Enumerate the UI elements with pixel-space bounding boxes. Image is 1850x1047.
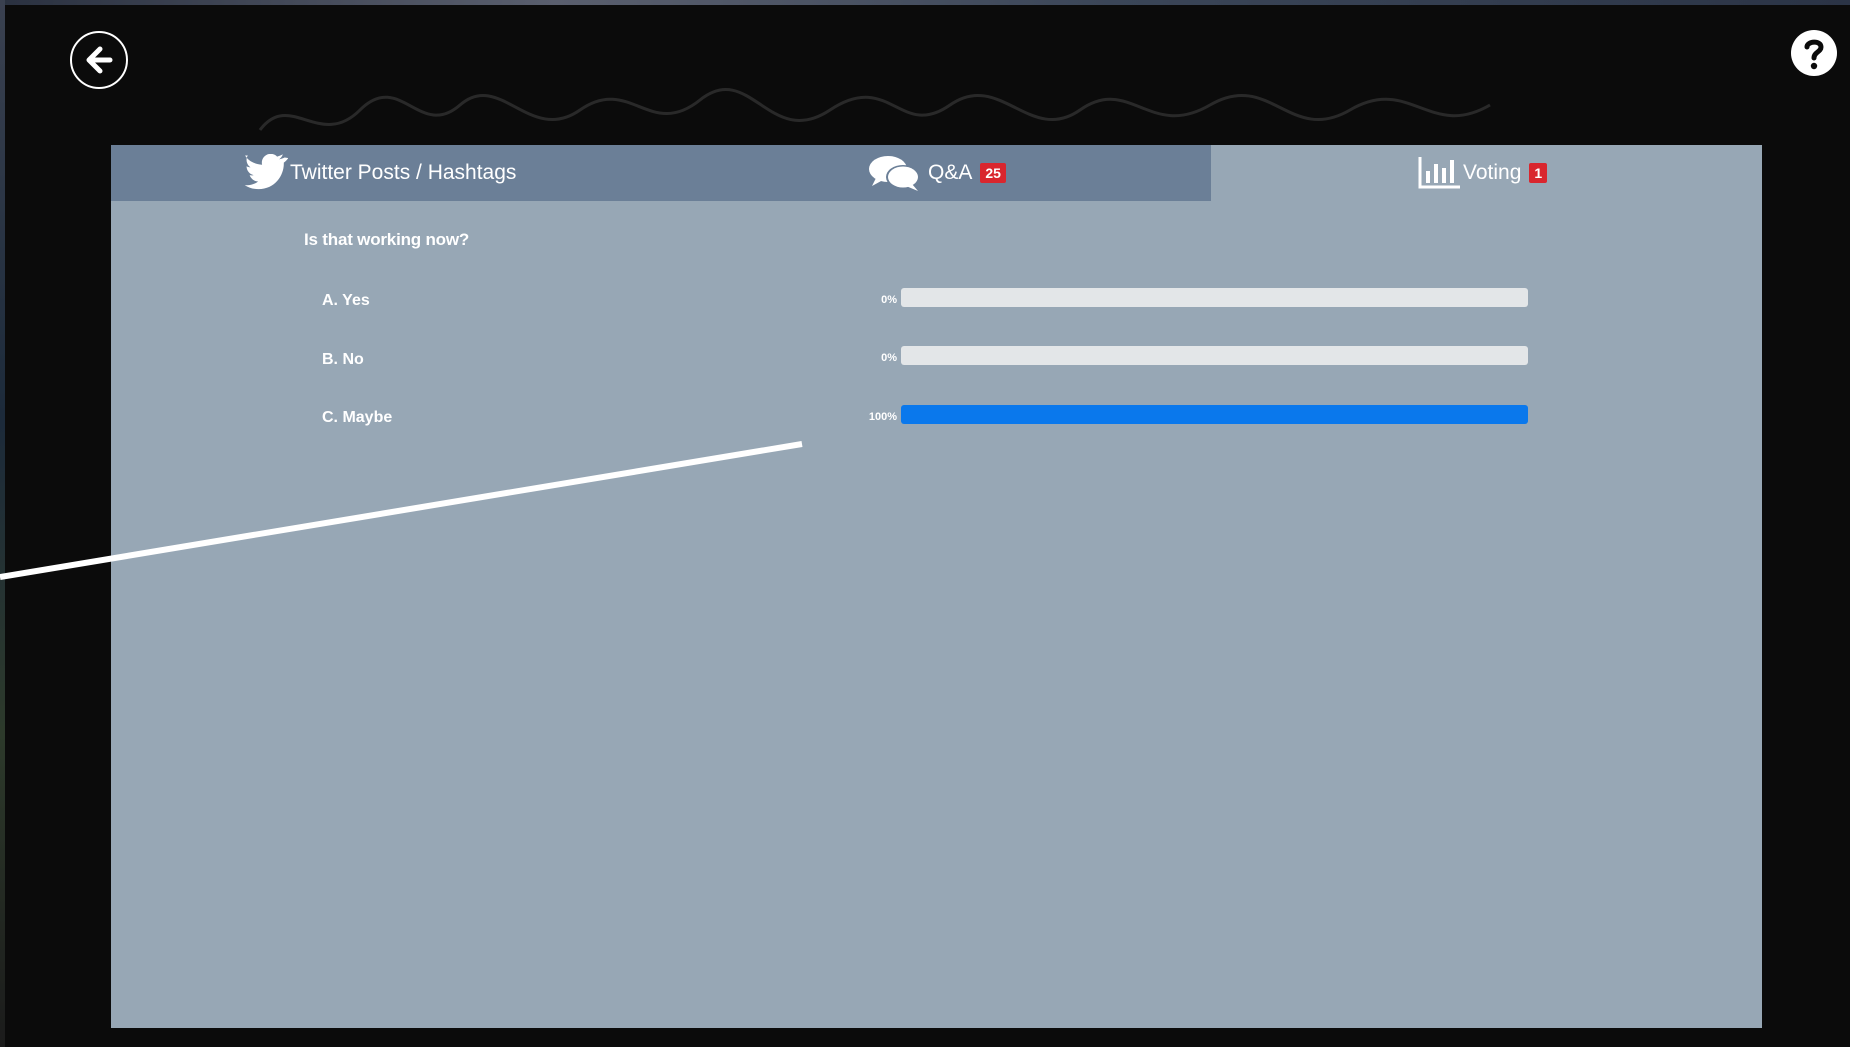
poll-option-bar — [901, 346, 1528, 365]
speech-bubbles-icon — [869, 156, 920, 191]
question-mark-icon — [1791, 30, 1837, 76]
poll-option-percent: 100% — [868, 411, 897, 423]
tab-twitter[interactable]: Twitter Posts / Hashtags — [244, 145, 516, 201]
tab-qa-label: Q&A — [928, 161, 973, 184]
arrow-left-icon — [86, 46, 113, 74]
background-edge-left — [0, 0, 5, 1047]
back-button[interactable] — [70, 31, 128, 89]
poll-question: Is that working now? — [304, 230, 470, 249]
poll-option-percent: 0% — [881, 352, 897, 364]
tab-twitter-label: Twitter Posts / Hashtags — [290, 161, 517, 184]
background-edge — [0, 0, 1850, 5]
vr-scene: Twitter Posts / Hashtags Q&A 25 Voting 1… — [0, 0, 1850, 1047]
tab-voting-label: Voting — [1463, 161, 1522, 184]
tab-qa[interactable]: Q&A 25 — [868, 145, 1006, 201]
poll-option-label: C. Maybe — [322, 409, 393, 426]
tab-voting[interactable]: Voting 1 — [1417, 145, 1548, 201]
poll-option-percent: 0% — [881, 294, 897, 306]
poll-option-bar-fill — [901, 405, 1528, 424]
help-button[interactable] — [1790, 29, 1838, 77]
content-panel: Twitter Posts / Hashtags Q&A 25 Voting 1… — [111, 145, 1762, 1028]
qa-count-badge: 25 — [980, 163, 1006, 183]
bar-chart-icon — [1418, 157, 1460, 189]
poll-option-label: A. Yes — [322, 292, 370, 309]
poll-option-bar — [901, 405, 1528, 424]
twitter-bird-icon — [244, 154, 288, 190]
voting-count-badge: 1 — [1529, 163, 1548, 183]
poll-option-bar — [901, 288, 1528, 307]
poll-option-label: B. No — [322, 351, 364, 368]
tab-bar: Twitter Posts / Hashtags Q&A 25 Voting 1 — [111, 145, 1762, 201]
